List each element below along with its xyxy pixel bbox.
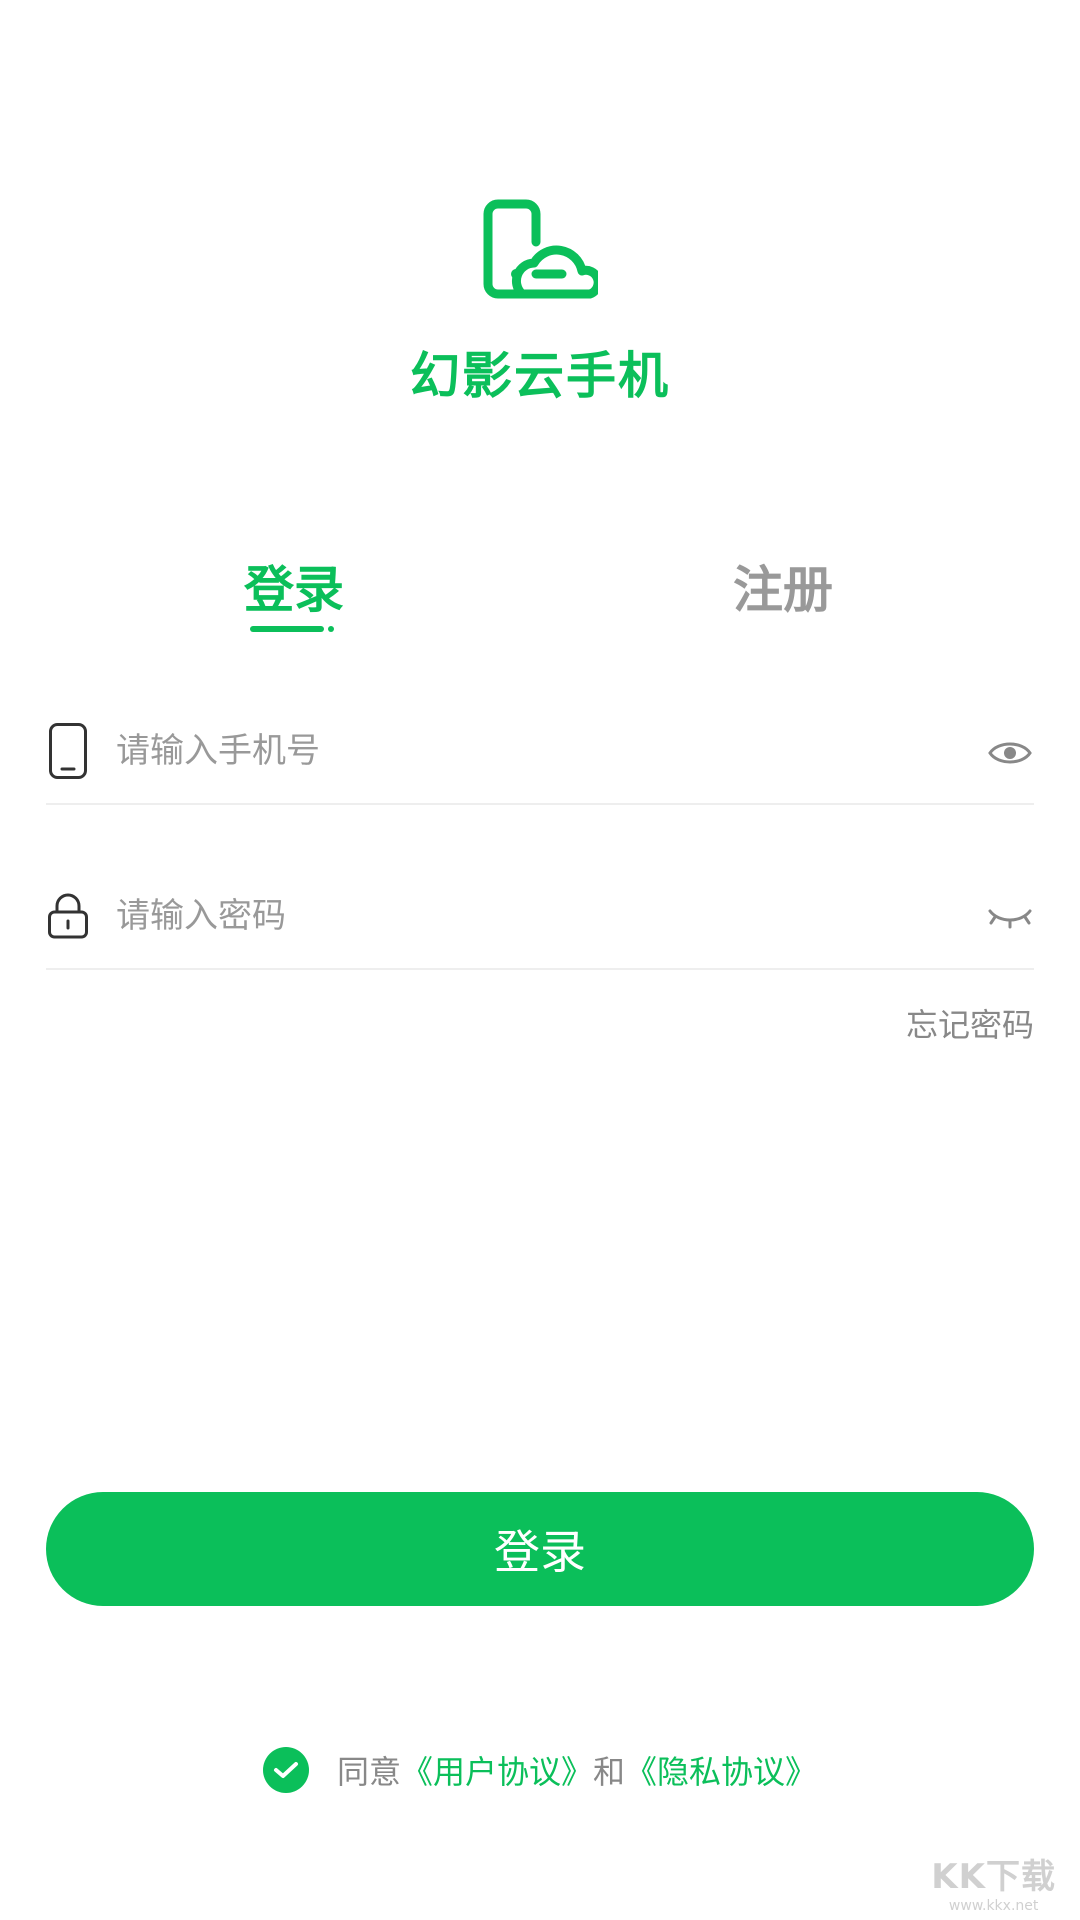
tab-login[interactable]: 登录 [194,550,394,622]
password-field [46,870,1034,970]
active-tab-indicator [250,626,324,632]
auth-tabs: 登录 注册 [0,550,1080,640]
agreement-prefix: 同意 [336,1753,401,1791]
login-button[interactable]: 登录 [46,1492,1034,1606]
password-input[interactable] [116,888,936,944]
logo-block: 幻影云手机 [0,198,1080,408]
checkmark-icon [273,1762,298,1778]
eye-closed-icon[interactable] [986,894,1034,942]
privacy-agreement-link[interactable]: 《隐私协议》 [625,1747,817,1793]
lock-icon [46,884,90,948]
agreement-checkbox[interactable] [262,1747,309,1793]
phone-icon [46,719,90,783]
app-name: 幻影云手机 [410,347,670,405]
watermark-logo: KK下载 [931,1857,1056,1897]
phone-field [46,705,1034,805]
phone-input[interactable] [116,723,936,779]
phone-cloud-icon [483,199,598,299]
watermark: KK下载 www.kkx.net [931,1849,1056,1914]
user-agreement-link[interactable]: 《用户协议》 [401,1747,593,1793]
watermark-url: www.kkx.net [948,1898,1039,1914]
agreement-row: 同意 《用户协议》 和 《隐私协议》 [0,1745,1080,1795]
agreement-conjunction: 和 [593,1753,626,1791]
login-page: 幻影云手机 登录 注册 请输入手机号 忘记密码 登录 同意 《用户协议》 和 《… [0,0,1080,1920]
active-tab-indicator-dot [328,626,334,632]
forgot-password-link[interactable]: 忘记密码 [906,1000,1034,1046]
eye-open-icon[interactable] [986,729,1034,777]
tab-register[interactable]: 注册 [683,550,883,622]
